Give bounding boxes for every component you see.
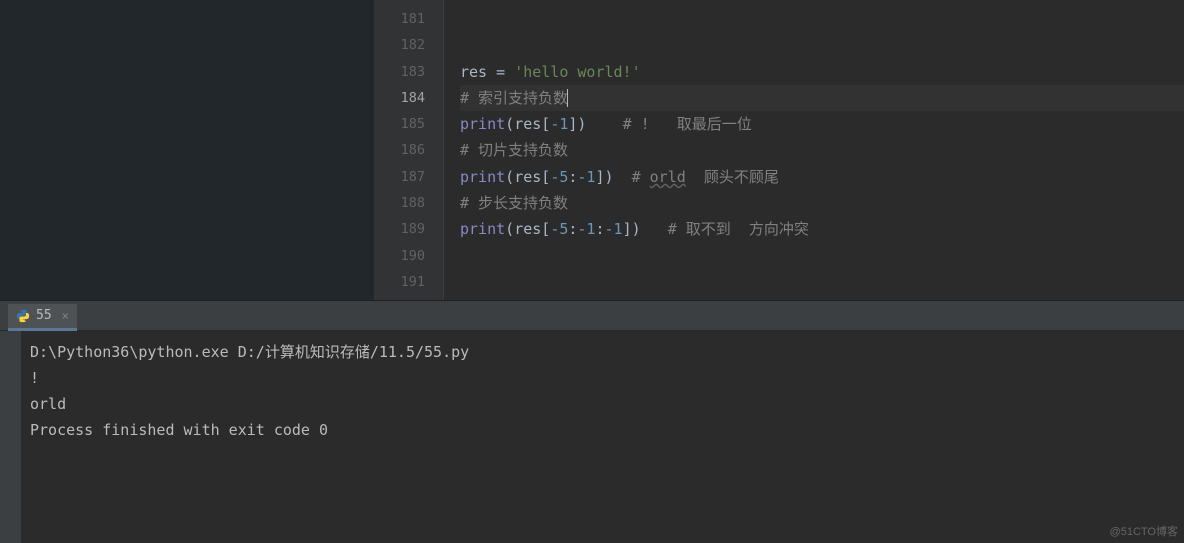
console-line: D:\Python36\python.exe D:/计算机知识存储/11.5/5… bbox=[30, 339, 1176, 365]
run-tab-55[interactable]: 55 × bbox=[8, 304, 77, 328]
code-editor[interactable]: res = 'hello world!' # 索引支持负数 print(res[… bbox=[444, 0, 1184, 300]
code-line[interactable]: res = 'hello world!' bbox=[460, 59, 1184, 85]
terminal-body: D:\Python36\python.exe D:/计算机知识存储/11.5/5… bbox=[0, 331, 1184, 543]
run-tab-bar[interactable]: 55 × bbox=[0, 301, 1184, 331]
run-tool-window: 55 × D:\Python36\python.exe D:/计算机知识存储/1… bbox=[0, 300, 1184, 543]
line-number[interactable]: 188 bbox=[374, 190, 425, 216]
run-tab-label: 55 bbox=[36, 308, 52, 323]
close-icon[interactable]: × bbox=[62, 309, 69, 323]
code-line[interactable] bbox=[460, 6, 1184, 32]
code-line[interactable]: # 切片支持负数 bbox=[460, 137, 1184, 163]
python-icon bbox=[16, 309, 30, 323]
text-cursor bbox=[567, 89, 568, 107]
editor-area: 181 182 183 184 185 186 187 188 189 190 … bbox=[0, 0, 1184, 300]
console-line: orld bbox=[30, 391, 1176, 417]
watermark: @51CTO博客 bbox=[1110, 523, 1178, 539]
line-number-gutter[interactable]: 181 182 183 184 185 186 187 188 189 190 … bbox=[374, 0, 444, 300]
console-line: ! bbox=[30, 365, 1176, 391]
line-number[interactable]: 185 bbox=[374, 111, 425, 137]
line-number[interactable]: 183 bbox=[374, 59, 425, 85]
code-line[interactable]: print(res[-1]) # ! 取最后一位 bbox=[460, 111, 1184, 137]
console-output[interactable]: D:\Python36\python.exe D:/计算机知识存储/11.5/5… bbox=[22, 331, 1184, 543]
code-line[interactable] bbox=[460, 243, 1184, 269]
project-sidebar[interactable] bbox=[0, 0, 374, 300]
run-toolbar-strip[interactable] bbox=[0, 331, 22, 543]
code-line[interactable]: # 步长支持负数 bbox=[460, 190, 1184, 216]
code-line[interactable]: print(res[-5:-1:-1]) # 取不到 方向冲突 bbox=[460, 216, 1184, 242]
line-number[interactable]: 187 bbox=[374, 164, 425, 190]
code-line[interactable]: print(res[-5:-1]) # orld 顾头不顾尾 bbox=[460, 164, 1184, 190]
line-number[interactable]: 189 bbox=[374, 216, 425, 242]
console-line: Process finished with exit code 0 bbox=[30, 417, 1176, 443]
line-number-active[interactable]: 184 bbox=[374, 85, 425, 111]
code-line-active[interactable]: # 索引支持负数 bbox=[460, 85, 1184, 111]
line-number[interactable]: 182 bbox=[374, 32, 425, 58]
line-number[interactable]: 190 bbox=[374, 243, 425, 269]
line-number[interactable]: 186 bbox=[374, 137, 425, 163]
code-line[interactable] bbox=[460, 32, 1184, 58]
line-number[interactable]: 191 bbox=[374, 269, 425, 295]
code-line[interactable] bbox=[460, 269, 1184, 295]
line-number[interactable]: 181 bbox=[374, 6, 425, 32]
